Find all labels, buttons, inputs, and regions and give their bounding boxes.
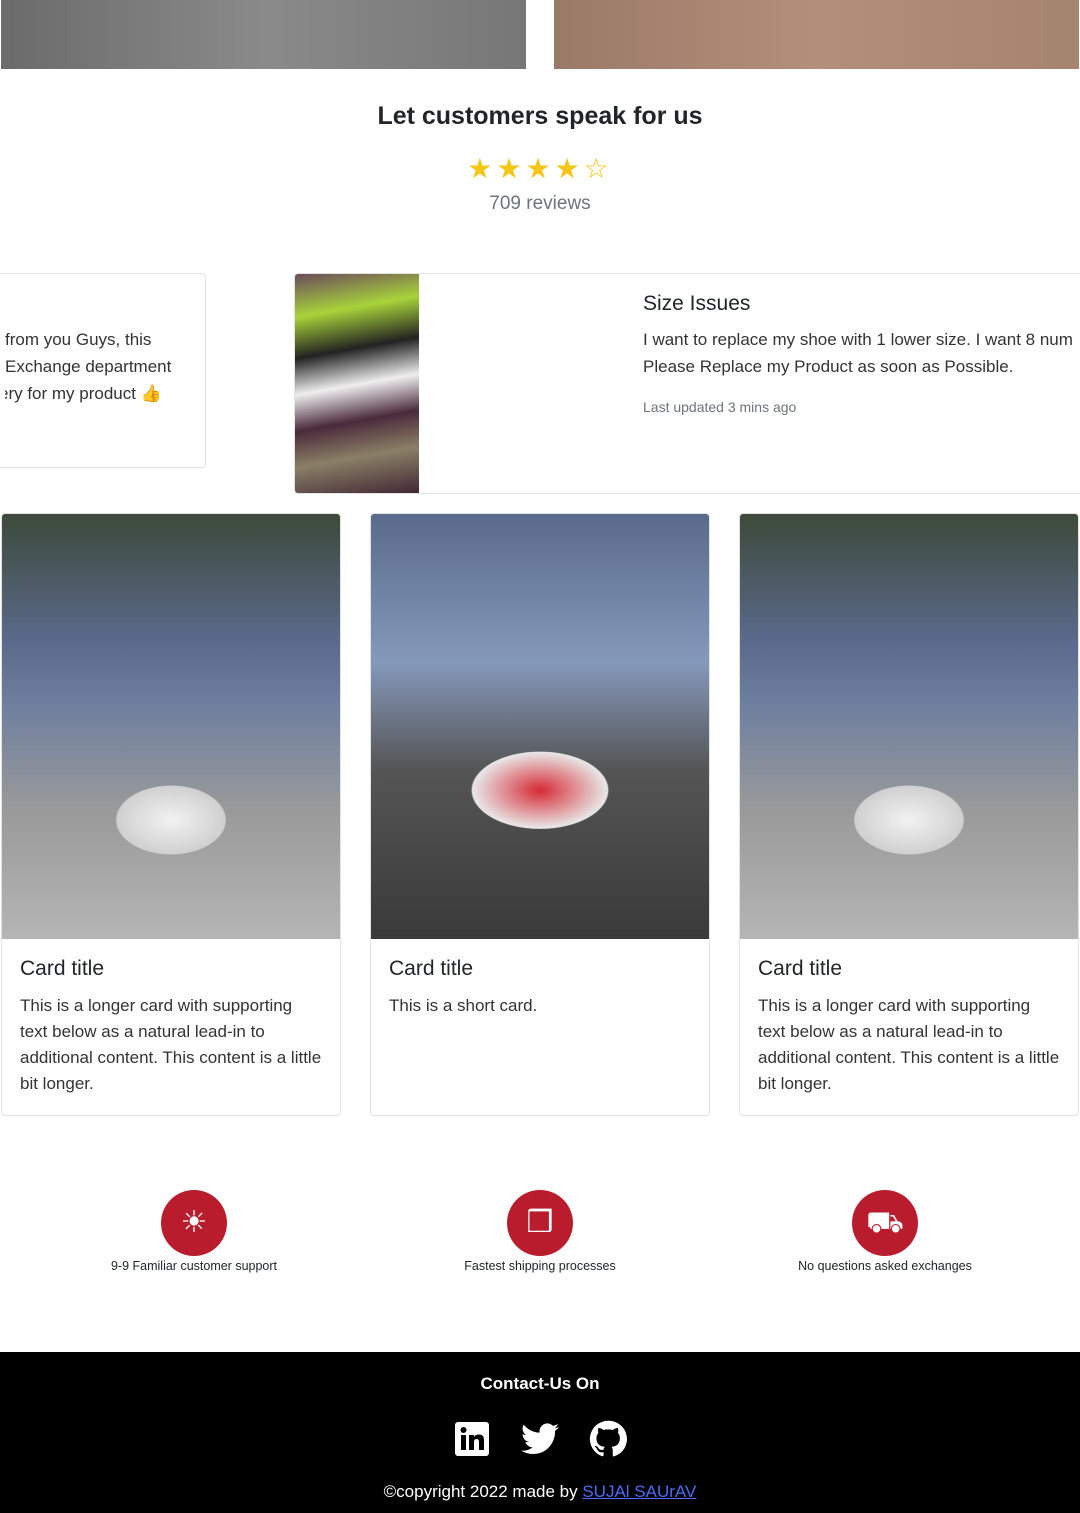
copyright: ©copyright 2022 made by SUJAl SAUrAV <box>383 1482 697 1501</box>
review-text: I want to replace my shoe with 1 lower s… <box>643 330 1073 376</box>
product-card: Card title This is a longer card with su… <box>1 513 341 1116</box>
card-text: This is a short card. <box>389 996 538 1015</box>
testimonials-title: Let customers speak for us <box>377 102 703 130</box>
feature-label: Fastest shipping processes <box>464 1259 616 1273</box>
card-text: This is a longer card with supporting te… <box>758 996 1060 1093</box>
gallery-image-right <box>554 0 1079 69</box>
review-updated: Last updated 3 mins ago <box>643 399 797 415</box>
delivery-icon: ⛟ <box>852 1190 918 1256</box>
card-text: This is a longer card with supporting te… <box>20 996 322 1093</box>
footer: Contact-Us On ©copyright 2022 made by SU… <box>0 1352 1080 1513</box>
card-title: Card title <box>758 957 843 980</box>
author-link[interactable]: SUJAl SAUrAV <box>582 1482 696 1501</box>
gallery-image-left <box>1 0 526 69</box>
contact-heading: Contact-Us On <box>480 1374 600 1393</box>
review-card: Size Issues I want to replace my shoe wi… <box>294 273 1080 494</box>
twitter-icon[interactable] <box>521 1420 559 1458</box>
star-rating-icon: ★★★★☆ <box>467 153 613 184</box>
product-image <box>2 514 340 939</box>
product-card: Card title This is a longer card with su… <box>739 513 1079 1116</box>
review-text: from you Guys, this Exchange department … <box>5 330 172 403</box>
review-count: 709 reviews <box>489 193 591 214</box>
feature-label: 9-9 Familiar customer support <box>110 1259 278 1273</box>
feature-support: ☀ 9-9 Familiar customer support <box>14 1190 374 1273</box>
box-icon: ❒ <box>507 1190 573 1256</box>
feature-label: No questions asked exchanges <box>798 1259 972 1273</box>
card-title: Card title <box>20 957 105 980</box>
review-image <box>295 274 419 493</box>
feature-exchange: ⛟ No questions asked exchanges <box>705 1190 1065 1273</box>
review-title: Size Issues <box>643 292 751 315</box>
product-image <box>740 514 1078 939</box>
card-title: Card title <box>389 957 474 980</box>
support-icon: ☀ <box>161 1190 227 1256</box>
product-card: Card title This is a short card. <box>370 513 710 1116</box>
linkedin-icon[interactable] <box>453 1420 491 1458</box>
github-icon[interactable] <box>589 1420 627 1458</box>
review-card: from you Guys, this Exchange department … <box>0 273 206 468</box>
product-image <box>371 514 709 939</box>
feature-shipping: ❒ Fastest shipping processes <box>360 1190 720 1273</box>
